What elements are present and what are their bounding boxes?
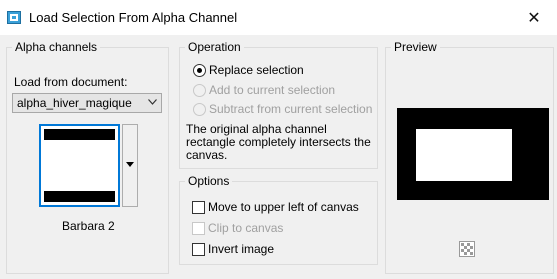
- subtract-from-selection-radio[interactable]: [193, 103, 206, 116]
- document-dropdown[interactable]: alpha_hiver_magique: [12, 93, 162, 113]
- selection-icon: [7, 11, 21, 24]
- move-to-upper-left-checkbox[interactable]: [192, 201, 205, 214]
- options-label: Options: [185, 174, 233, 189]
- preview-label: Preview: [391, 40, 440, 55]
- invert-image-label[interactable]: Invert image: [208, 242, 274, 257]
- subtract-from-selection-label[interactable]: Subtract from current selection: [209, 102, 372, 117]
- channel-name: Barbara 2: [62, 219, 115, 233]
- operation-label: Operation: [185, 40, 244, 55]
- clip-to-canvas-label[interactable]: Clip to canvas: [208, 221, 283, 236]
- alpha-channel-thumbnail[interactable]: [39, 124, 120, 207]
- close-button[interactable]: ✕: [511, 0, 557, 35]
- move-to-upper-left-label[interactable]: Move to upper left of canvas: [208, 200, 359, 215]
- title-bar: Load Selection From Alpha Channel ✕: [0, 0, 557, 35]
- checkerboard-icon[interactable]: [459, 241, 475, 257]
- add-to-selection-label[interactable]: Add to current selection: [209, 83, 335, 98]
- window-title: Load Selection From Alpha Channel: [29, 10, 238, 25]
- thumbnail-dropdown-button[interactable]: [122, 124, 138, 207]
- document-dropdown-value: alpha_hiver_magique: [17, 96, 132, 110]
- close-icon: ✕: [527, 9, 541, 27]
- preview-image: [397, 108, 549, 200]
- preview-selection-area: [416, 129, 512, 181]
- invert-image-checkbox[interactable]: [192, 243, 205, 256]
- clip-to-canvas-checkbox[interactable]: [192, 222, 205, 235]
- thumbnail-image: [44, 129, 115, 202]
- replace-selection-radio[interactable]: [193, 64, 206, 77]
- add-to-selection-radio[interactable]: [193, 84, 206, 97]
- load-from-document-label: Load from document:: [14, 75, 128, 89]
- chevron-down-icon: [148, 99, 157, 105]
- replace-selection-label[interactable]: Replace selection: [209, 63, 304, 78]
- alpha-channels-label: Alpha channels: [12, 40, 101, 55]
- operation-info-line-3: canvas.: [186, 148, 228, 162]
- caret-down-icon: [126, 162, 134, 167]
